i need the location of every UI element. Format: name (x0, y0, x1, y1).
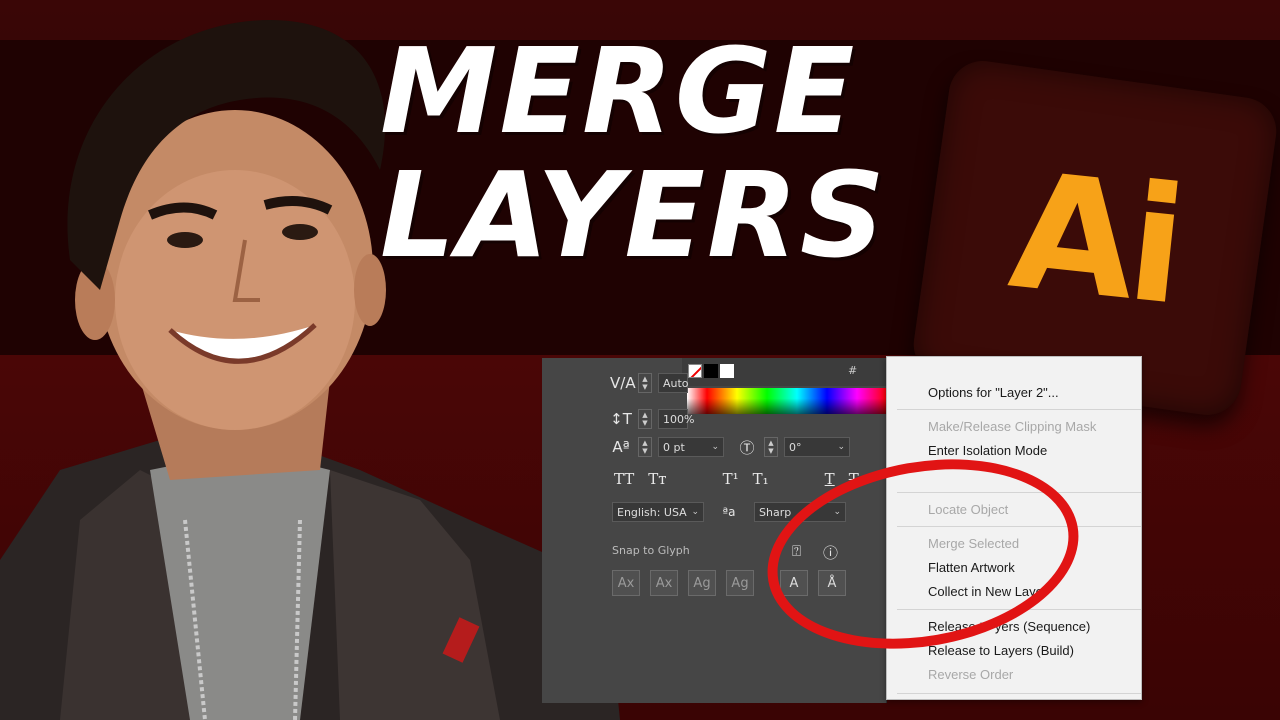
menu-item-release-build[interactable]: Release to Layers (Build) (928, 641, 1074, 661)
rotation-value: 0° (789, 440, 802, 454)
black-swatch[interactable] (704, 364, 718, 378)
language-select[interactable]: English: USA ⌄ (612, 502, 704, 522)
chevron-down-icon[interactable]: ⌄ (711, 442, 719, 452)
subscript-button[interactable]: T₁ (753, 470, 769, 488)
snap-to-glyph-label: Snap to Glyph (612, 544, 690, 557)
character-rotation-icon: Ⓣ (739, 438, 755, 457)
vertical-scale-field[interactable]: 100% (658, 409, 694, 429)
menu-item-clipping-mask[interactable]: Make/Release Clipping Mask (928, 417, 1096, 437)
menu-item-layer-options[interactable]: Options for "Layer 2"... (928, 383, 1059, 403)
tracking-row: V/A ▲ ▼ Auto (610, 372, 689, 394)
tracking-icon: V/A (610, 374, 636, 392)
menu-item-reverse-order[interactable]: Reverse Order (928, 665, 1013, 685)
baseline-shift-value: 0 pt (663, 440, 685, 454)
baseline-shift-icon: Aª (612, 438, 630, 456)
tracking-field[interactable]: Auto (658, 373, 689, 393)
hex-label: # (848, 364, 858, 377)
menu-item-isolation-mode[interactable]: Enter Isolation Mode (928, 441, 1047, 461)
title-line-layers: LAYERS (380, 145, 887, 284)
snap-proximity-button[interactable]: Ag (726, 570, 754, 596)
vertical-scale-icon: ↕T (610, 410, 632, 428)
case-buttons-row: TT Tт T¹ T₁ T T (614, 470, 859, 488)
vertical-scale-stepper[interactable]: ▲ ▼ (638, 409, 652, 429)
antialias-value: Sharp (759, 505, 792, 519)
tracking-stepper[interactable]: ▲ ▼ (638, 373, 652, 393)
small-caps-button[interactable]: Tт (648, 470, 666, 488)
underline-button[interactable]: T (825, 470, 835, 488)
menu-separator (897, 693, 1141, 694)
all-caps-button[interactable]: TT (614, 470, 634, 488)
chevron-down-icon[interactable]: ⌄ (691, 507, 699, 517)
menu-separator (897, 409, 1141, 410)
superscript-button[interactable]: T¹ (723, 470, 739, 488)
rotation-stepper[interactable]: ▲ ▼ (764, 437, 778, 457)
none-swatch[interactable] (688, 364, 702, 378)
white-swatch[interactable] (720, 364, 734, 378)
rotation-field[interactable]: 0° ⌄ (784, 437, 850, 457)
swatch-row: # (682, 358, 887, 386)
baseline-rotation-row: Aª ▲ ▼ 0 pt ⌄ Ⓣ ▲ ▼ 0° ⌄ (610, 436, 850, 458)
thumbnail-title: MERGE LAYERS (380, 22, 887, 284)
illustrator-logo-text: Ai (1002, 136, 1188, 340)
chevron-down-icon[interactable]: ⌄ (837, 442, 845, 452)
snap-baseline-button[interactable]: Ax (612, 570, 640, 596)
snap-x-height-button[interactable]: Ax (650, 570, 678, 596)
title-line-merge: MERGE (380, 22, 857, 160)
color-spectrum[interactable] (687, 388, 887, 414)
snap-glyph-bounds-button[interactable]: Ag (688, 570, 716, 596)
antialias-icon: ªa (722, 505, 736, 519)
baseline-shift-field[interactable]: 0 pt ⌄ (658, 437, 724, 457)
language-value: English: USA (617, 505, 687, 519)
vertical-scale-row: ↕T ▲ ▼ 100% (610, 408, 694, 430)
baseline-shift-stepper[interactable]: ▲ ▼ (638, 437, 652, 457)
